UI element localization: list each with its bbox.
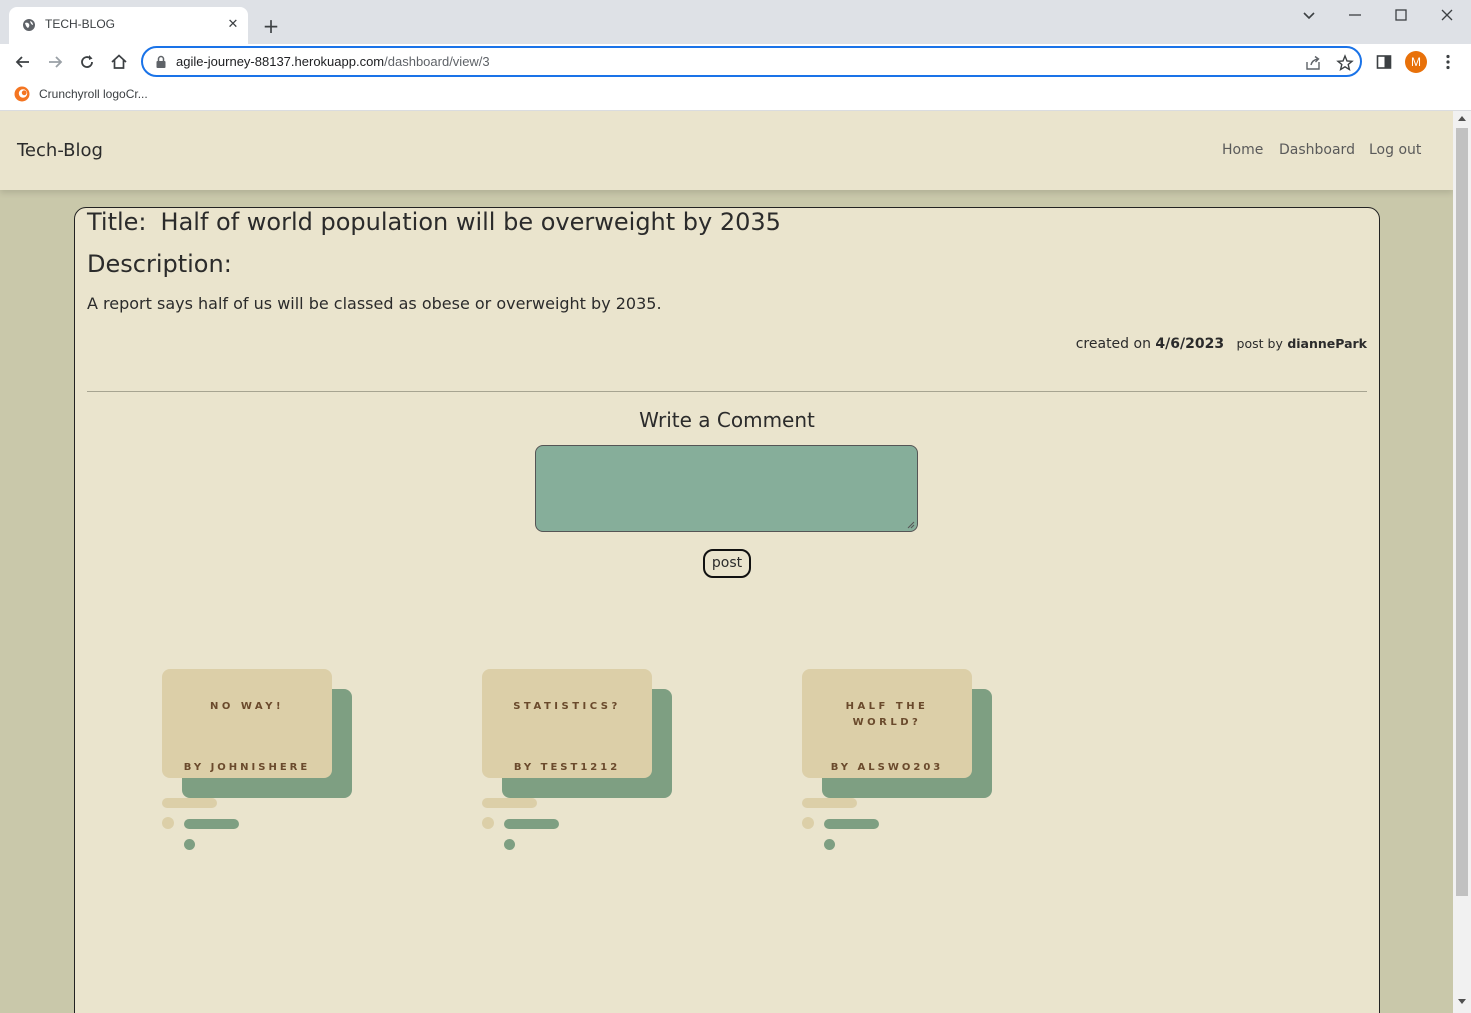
maximize-icon[interactable] — [1391, 5, 1411, 25]
scroll-up-arrow-icon[interactable] — [1458, 116, 1466, 121]
post-card: Title: Half of world population will be o… — [74, 207, 1380, 1013]
back-arrow-icon[interactable] — [13, 52, 33, 72]
note-card: HALF THE WORLD? BY ALSWO203 — [802, 669, 972, 778]
nav-home-link[interactable]: Home — [1222, 142, 1263, 158]
comment-textarea[interactable] — [535, 445, 918, 532]
lock-icon[interactable] — [155, 55, 167, 69]
profile-avatar[interactable]: M — [1405, 51, 1427, 73]
decor-bar — [504, 819, 559, 829]
decor-bar — [162, 798, 217, 808]
post-title-label: Title: — [87, 208, 147, 236]
decor-dot — [824, 839, 835, 850]
decor-bar — [802, 798, 857, 808]
comment-text: NO WAY! — [209, 701, 285, 712]
post-description: A report says half of us will be classed… — [87, 294, 662, 313]
note-card: NO WAY! BY JOHNISHERE — [162, 669, 332, 778]
close-tab-icon[interactable]: ✕ — [225, 17, 241, 33]
close-window-icon[interactable] — [1437, 5, 1457, 25]
post-by-label: post by — [1236, 336, 1283, 351]
site-header: Tech-Blog Home Dashboard Log out — [0, 111, 1453, 190]
browser-toolbar: agile-journey-88137.herokuapp.com/dashbo… — [0, 44, 1471, 80]
divider — [87, 391, 1367, 392]
page-scrollbar[interactable] — [1453, 111, 1471, 1013]
share-icon[interactable] — [1304, 54, 1322, 72]
tab-search-icon[interactable] — [1299, 5, 1319, 25]
comment-heading: Write a Comment — [639, 408, 815, 432]
decor-bar — [184, 819, 239, 829]
decor-bar — [482, 798, 537, 808]
post-title-value: Half of world population will be overwei… — [160, 208, 781, 236]
kebab-menu-icon[interactable] — [1439, 53, 1457, 71]
decor-dot — [504, 839, 515, 850]
reload-icon[interactable] — [77, 52, 97, 72]
crunchyroll-icon — [14, 86, 30, 102]
site-brand[interactable]: Tech-Blog — [17, 140, 103, 161]
forward-arrow-icon[interactable] — [45, 52, 65, 72]
comment-author: BY TEST1212 — [513, 762, 621, 773]
post-title: Title: Half of world population will be o… — [87, 208, 781, 236]
browser-tab[interactable]: TECH-BLOG ✕ — [9, 7, 248, 44]
nav-dashboard-link[interactable]: Dashboard — [1279, 142, 1355, 158]
comment-text: HALF THE WORLD? — [845, 701, 929, 728]
post-comment-button[interactable]: post — [703, 549, 751, 578]
minimize-icon[interactable] — [1345, 5, 1365, 25]
note-card: STATISTICS? BY TEST1212 — [482, 669, 652, 778]
new-tab-icon[interactable]: + — [260, 15, 282, 37]
description-label: Description: — [87, 250, 232, 278]
page-viewport: Tech-Blog Home Dashboard Log out Title: H… — [0, 111, 1453, 1013]
decor-bar — [824, 819, 879, 829]
comment-author: BY ALSWO203 — [830, 762, 944, 773]
comment-note: NO WAY! BY JOHNISHERE — [162, 669, 354, 854]
comment-note: STATISTICS? BY TEST1212 — [482, 669, 674, 854]
home-icon[interactable] — [109, 52, 129, 72]
bookmark-label: Crunchyroll logoCr... — [39, 87, 148, 101]
created-date: 4/6/2023 — [1155, 336, 1225, 352]
comment-author: BY JOHNISHERE — [183, 762, 311, 773]
post-meta: created on 4/6/2023 post by diannePark — [1076, 336, 1367, 352]
url-text: agile-journey-88137.herokuapp.com/dashbo… — [176, 54, 490, 69]
decor-dot — [162, 817, 174, 829]
side-panel-icon[interactable] — [1375, 53, 1393, 71]
address-bar[interactable]: agile-journey-88137.herokuapp.com/dashbo… — [141, 46, 1362, 77]
scrollbar-thumb[interactable] — [1456, 128, 1468, 896]
bookmark-star-icon[interactable] — [1336, 54, 1354, 72]
globe-icon — [23, 19, 35, 31]
decor-dot — [184, 839, 195, 850]
bookmarks-bar: Crunchyroll logoCr... — [0, 80, 1471, 111]
comment-text: STATISTICS? — [513, 701, 621, 712]
comment-note: HALF THE WORLD? BY ALSWO203 — [802, 669, 994, 854]
decor-dot — [482, 817, 494, 829]
browser-tab-strip: TECH-BLOG ✕ + — [0, 0, 1471, 44]
post-author: diannePark — [1287, 336, 1367, 351]
created-label: created on — [1075, 336, 1151, 352]
scroll-down-arrow-icon[interactable] — [1458, 999, 1466, 1004]
resize-grip-icon[interactable] — [907, 521, 915, 529]
nav-logout-link[interactable]: Log out — [1369, 142, 1421, 158]
decor-dot — [802, 817, 814, 829]
tab-title: TECH-BLOG — [45, 17, 116, 31]
